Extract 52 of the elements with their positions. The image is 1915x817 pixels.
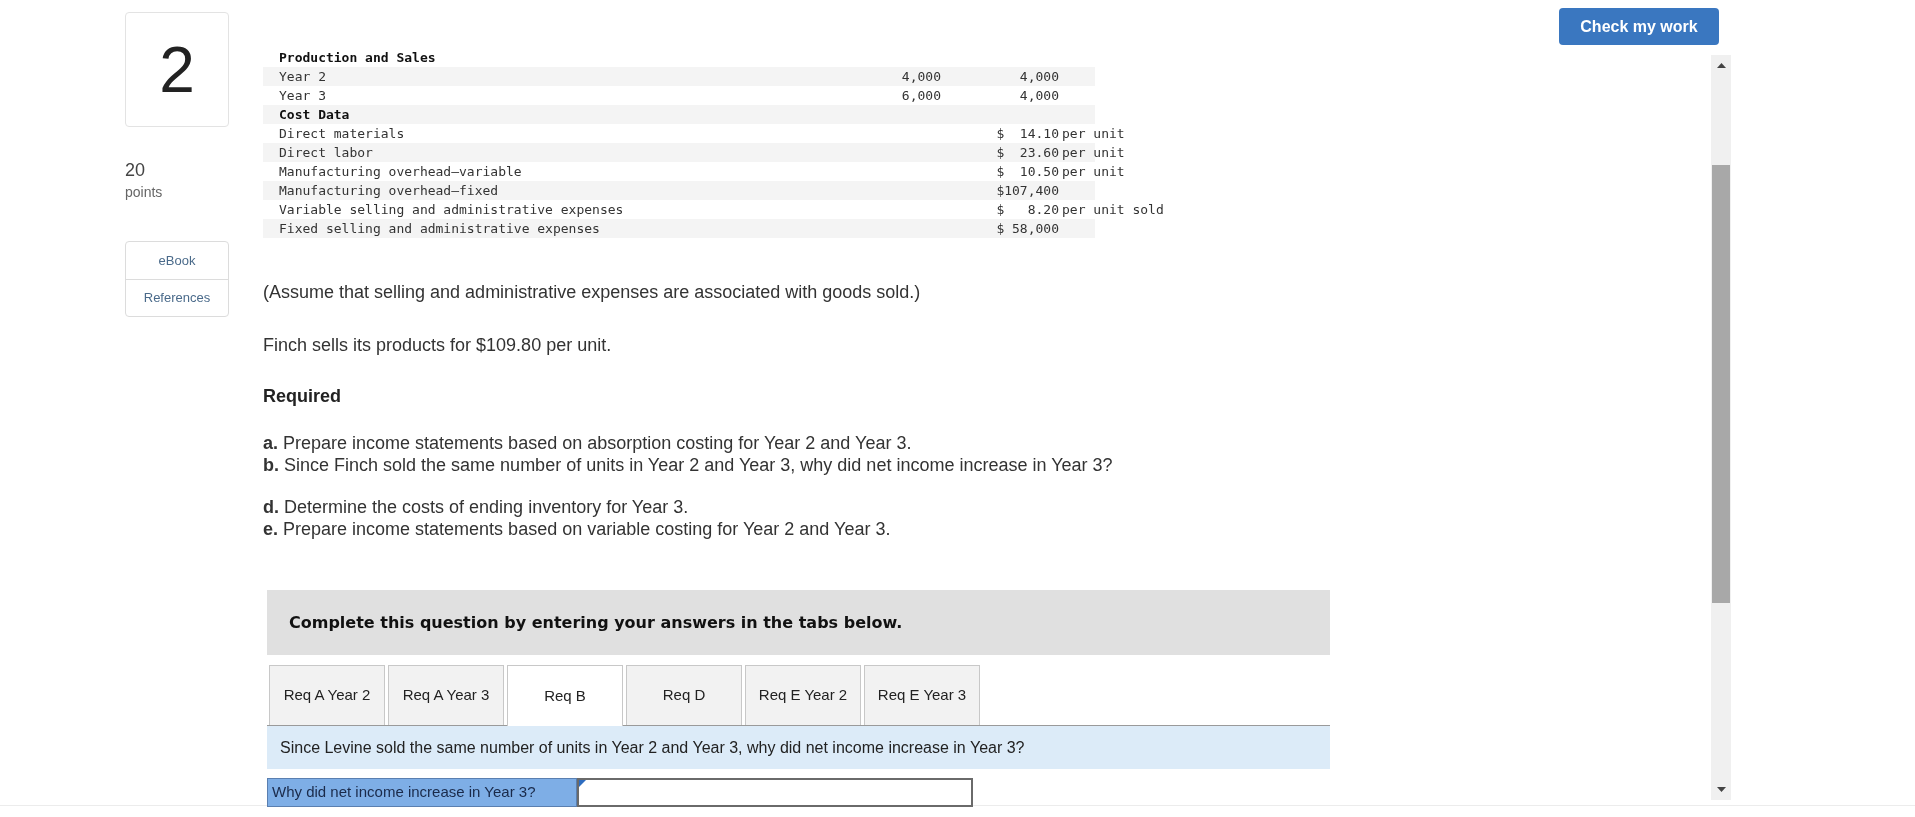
requirement-text: b. Since Finch sold the same number of units in Year 2 and Year 3, why did net income increase in Year 3? <box>263 454 1114 476</box>
instruction-text: Complete this question by entering your answers in the tabs below. <box>289 611 903 634</box>
scroll-up-icon[interactable] <box>1716 63 1726 68</box>
requirement-text: d. Determine the costs of ending inventory for Year 3. <box>263 496 690 518</box>
unit-label: per unit <box>1062 124 1125 143</box>
question-number: 2 <box>159 37 195 102</box>
unit-label: per unit <box>1062 162 1125 181</box>
scrollbar[interactable] <box>1711 55 1731 800</box>
table-row-label: Manufacturing overhead—variable <box>278 162 523 181</box>
table-row-label: Manufacturing overhead—fixed <box>278 181 500 200</box>
paragraph: (Assume that selling and administrative expenses are associated with goods sold.) <box>263 281 922 304</box>
table-cell-text: 6,000 <box>900 86 941 105</box>
table-row-label: Direct labor <box>278 143 374 162</box>
table-row-label: Variable selling and administrative expenses <box>278 200 625 219</box>
table-cell-text: 4,000 <box>900 67 941 86</box>
table-row-label: Fixed selling and administrative expenses <box>278 219 601 238</box>
table-section-heading: Production and Sales <box>278 48 437 67</box>
table-section-heading: Cost Data <box>278 105 351 124</box>
check-my-work-button[interactable]: Check my work <box>1559 8 1719 45</box>
tab[interactable]: Req A Year 3 <box>388 665 504 725</box>
requirement-text: a. Prepare income statements based on absorption costing for Year 2 and Year 3. <box>263 432 913 454</box>
table-row-label: Year 3 <box>278 86 327 105</box>
table-cell-text: 4,000 <box>1019 67 1059 86</box>
unit-label: per unit sold <box>1062 200 1164 219</box>
resource-link[interactable]: eBook <box>126 242 228 279</box>
paragraph: Finch sells its products for $109.80 per unit. <box>263 334 613 357</box>
table-cell-text: $107,400 <box>996 181 1059 200</box>
table-cell-text: $ 8.20 <box>996 200 1059 219</box>
tab[interactable]: Req D <box>626 665 742 725</box>
table-cell-text: $ 23.60 <box>996 143 1059 162</box>
requirement-text: e. Prepare income statements based on variable costing for Year 2 and Year 3. <box>263 518 892 540</box>
scroll-down-icon[interactable] <box>1716 787 1726 792</box>
required-heading: Required <box>263 385 342 408</box>
tab[interactable]: Req B <box>507 665 623 726</box>
prompt-text: Since Levine sold the same number of units in Year 2 and Year 3, why did net income increase in Year 3? <box>280 737 1025 758</box>
table-cell-text: 4,000 <box>1019 86 1059 105</box>
points-label: points <box>125 185 164 199</box>
scrollbar-thumb[interactable] <box>1712 165 1730 603</box>
table-cell-text: $ 14.10 <box>996 124 1059 143</box>
tab[interactable]: Req E Year 2 <box>745 665 861 725</box>
table-cell-text: $ 10.50 <box>996 162 1059 181</box>
table-row-label: Direct materials <box>278 124 406 143</box>
answer-field[interactable] <box>577 778 973 807</box>
resource-link[interactable]: References <box>126 279 228 316</box>
unit-label: per unit <box>1062 143 1125 162</box>
corner-marker-icon <box>579 780 586 787</box>
table-cell-text: $ 58,000 <box>996 219 1059 238</box>
table-row-label: Year 2 <box>278 67 327 86</box>
tab[interactable]: Req A Year 2 <box>269 665 385 725</box>
tab[interactable]: Req E Year 3 <box>864 665 980 725</box>
answer-label: Why did net income increase in Year 3? <box>267 778 577 807</box>
points-value: 20 <box>125 161 147 179</box>
